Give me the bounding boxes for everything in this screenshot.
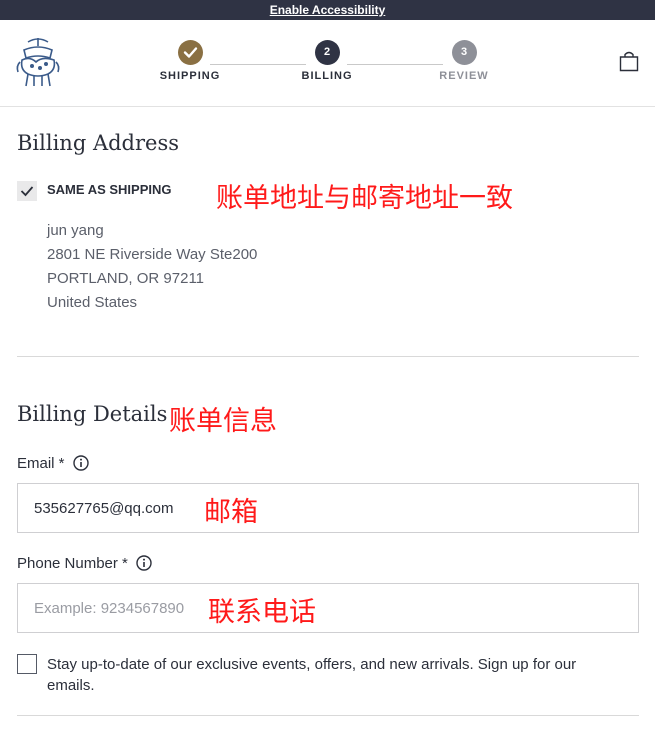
billing-details-title: Billing Details xyxy=(17,402,168,426)
accessibility-bar: Enable Accessibility xyxy=(0,0,655,20)
email-label-text: Email * xyxy=(17,455,65,472)
step-shipping[interactable]: SHIPPING xyxy=(145,40,235,82)
step-label: REVIEW xyxy=(439,70,489,82)
step-label: SHIPPING xyxy=(159,70,221,82)
phone-label: Phone Number * xyxy=(17,555,152,572)
info-icon[interactable] xyxy=(72,455,89,471)
address-city-state-zip: PORTLAND, OR 97211 xyxy=(47,270,205,287)
checkmark-icon xyxy=(177,40,203,65)
step-number: 3 xyxy=(451,40,477,65)
section-divider xyxy=(17,715,639,716)
billing-address-title: Billing Address xyxy=(17,131,180,155)
info-icon[interactable] xyxy=(136,555,152,571)
checkmark-icon xyxy=(20,186,34,197)
step-review[interactable]: 3 REVIEW xyxy=(419,40,509,82)
email-label: Email * xyxy=(17,455,89,472)
step-billing[interactable]: 2 BILLING xyxy=(282,40,372,82)
phone-label-text: Phone Number * xyxy=(17,555,128,572)
step-number: 2 xyxy=(314,40,340,65)
address-country: United States xyxy=(47,294,138,311)
step-label: BILLING xyxy=(301,70,353,82)
annotation-phone: 联系电话 xyxy=(208,597,316,628)
section-divider xyxy=(17,356,639,357)
annotation-billing-details: 账单信息 xyxy=(169,406,277,437)
golden-fleece-logo[interactable] xyxy=(14,36,62,88)
same-as-shipping-checkbox[interactable] xyxy=(17,181,37,201)
address-name: jun yang xyxy=(47,222,104,239)
same-as-shipping-label[interactable]: SAME AS SHIPPING xyxy=(47,182,171,197)
enable-accessibility-link[interactable]: Enable Accessibility xyxy=(270,3,386,17)
email-field[interactable] xyxy=(17,483,639,533)
annotation-email: 邮箱 xyxy=(204,497,258,528)
shopping-bag-icon[interactable] xyxy=(619,50,639,72)
phone-number-field[interactable] xyxy=(17,583,639,633)
annotation-billing-same: 账单地址与邮寄地址一致 xyxy=(216,183,513,214)
newsletter-checkbox[interactable] xyxy=(17,654,37,674)
checkout-header: SHIPPING 2 BILLING 3 REVIEW xyxy=(0,20,655,107)
address-street: 2801 NE Riverside Way Ste200 xyxy=(47,246,258,263)
newsletter-label[interactable]: Stay up-to-date of our exclusive events,… xyxy=(47,654,617,696)
